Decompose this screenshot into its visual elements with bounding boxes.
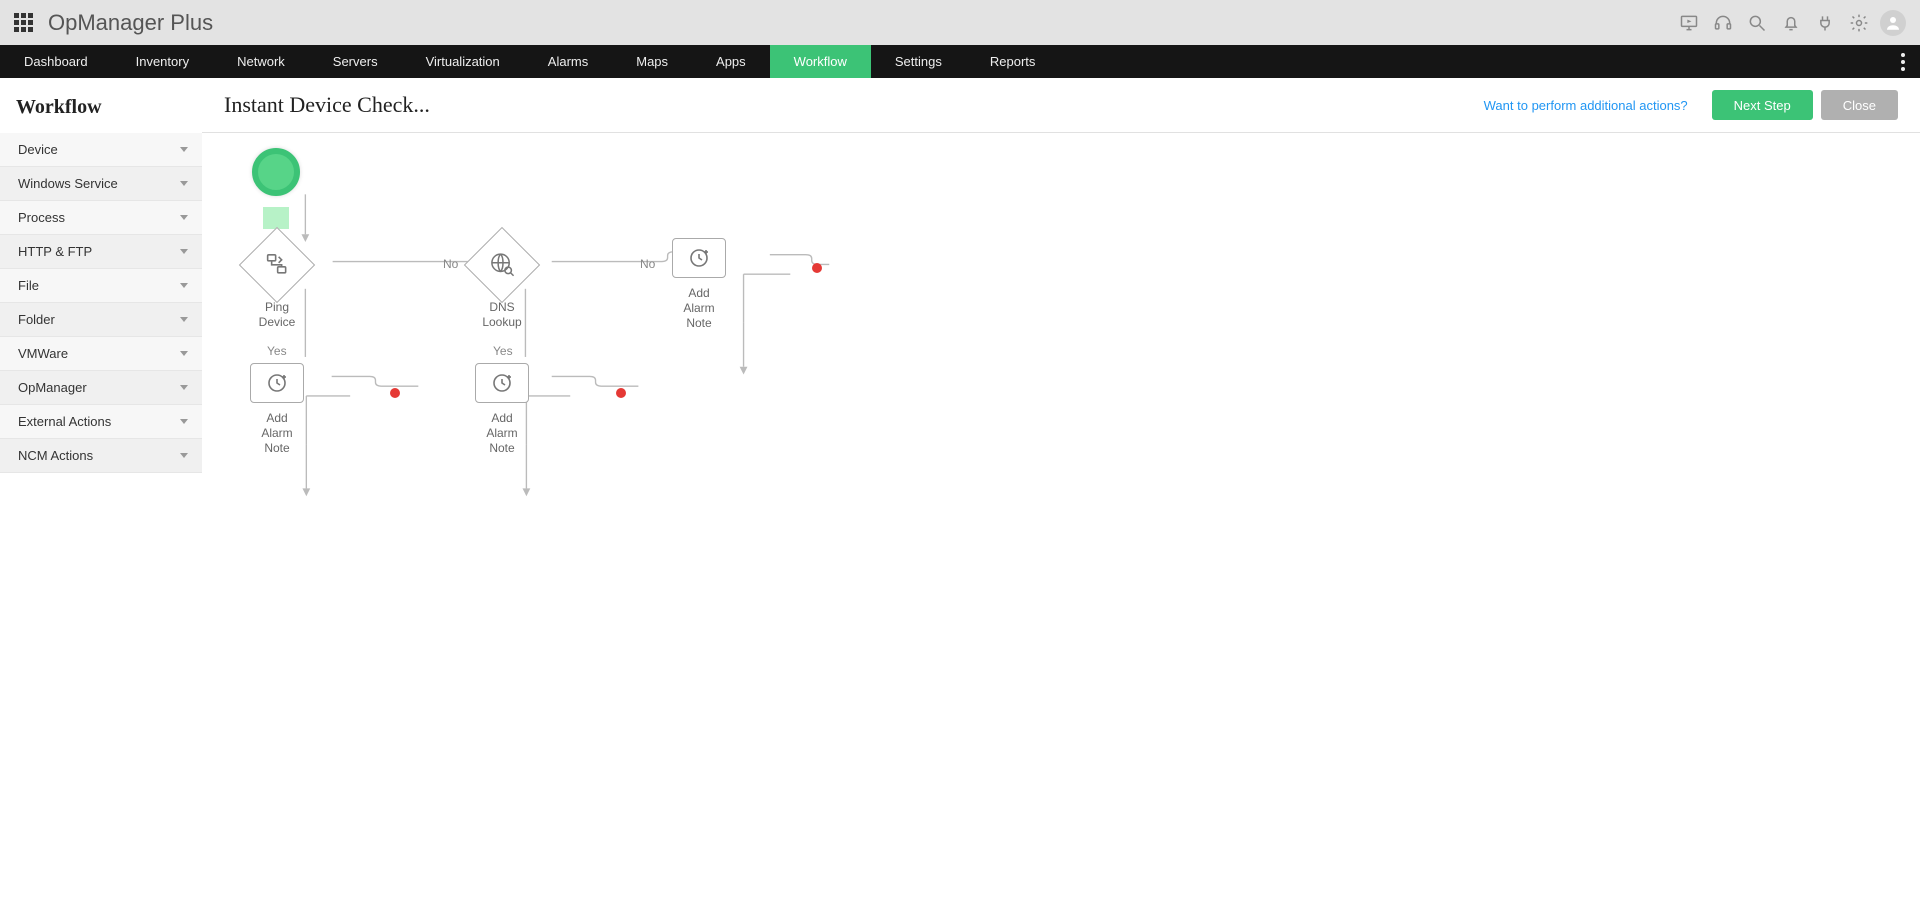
flow-terminal-dot: [616, 388, 626, 398]
close-button[interactable]: Close: [1821, 90, 1898, 120]
page-title: Instant Device Check...: [224, 92, 430, 118]
nav-item-settings[interactable]: Settings: [871, 45, 966, 78]
topbar: OpManager Plus: [0, 0, 1920, 45]
chevron-down-icon: [180, 283, 188, 288]
headset-icon[interactable]: [1706, 6, 1740, 40]
plug-icon[interactable]: [1808, 6, 1842, 40]
flow-connectors: [202, 133, 1920, 912]
avatar[interactable]: [1880, 10, 1906, 36]
sidebar-group-opmanager[interactable]: OpManager: [0, 371, 202, 405]
chevron-down-icon: [180, 453, 188, 458]
nav-item-alarms[interactable]: Alarms: [524, 45, 612, 78]
sidebar: Workflow DeviceWindows ServiceProcessHTT…: [0, 78, 202, 912]
flow-node-dns[interactable]: DNSLookup: [475, 238, 529, 330]
chevron-down-icon: [180, 317, 188, 322]
clock-plus-icon: [475, 363, 529, 403]
chevron-down-icon: [180, 249, 188, 254]
nav-overflow-icon[interactable]: [1886, 45, 1920, 78]
apps-grid-icon[interactable]: [14, 13, 34, 33]
nav-item-maps[interactable]: Maps: [612, 45, 692, 78]
nav-item-apps[interactable]: Apps: [692, 45, 770, 78]
flow-node-label: AddAlarmNote: [672, 286, 726, 331]
sidebar-group-vmware[interactable]: VMWare: [0, 337, 202, 371]
chevron-down-icon: [180, 215, 188, 220]
additional-actions-link[interactable]: Want to perform additional actions?: [1484, 98, 1688, 113]
chevron-down-icon: [180, 181, 188, 186]
presentation-icon[interactable]: [1672, 6, 1706, 40]
sidebar-group-ncm-actions[interactable]: NCM Actions: [0, 439, 202, 473]
sidebar-group-device[interactable]: Device: [0, 133, 202, 167]
flow-node-ping[interactable]: PingDevice: [250, 238, 304, 330]
clock-plus-icon: [250, 363, 304, 403]
navbar: DashboardInventoryNetworkServersVirtuali…: [0, 45, 1920, 78]
chevron-down-icon: [180, 385, 188, 390]
chevron-down-icon: [180, 147, 188, 152]
gear-icon[interactable]: [1842, 6, 1876, 40]
flow-node-note_yes1[interactable]: AddAlarmNote: [250, 363, 304, 456]
flow-terminal-dot: [390, 388, 400, 398]
flow-node-label: AddAlarmNote: [475, 411, 529, 456]
globe-search-icon: [489, 251, 515, 280]
main: Instant Device Check... Want to perform …: [202, 78, 1920, 912]
sidebar-group-file[interactable]: File: [0, 269, 202, 303]
sidebar-group-http-ftp[interactable]: HTTP & FTP: [0, 235, 202, 269]
sidebar-group-process[interactable]: Process: [0, 201, 202, 235]
nav-item-reports[interactable]: Reports: [966, 45, 1060, 78]
flow-terminal-dot: [812, 263, 822, 273]
flow-node-label: PingDevice: [250, 300, 304, 330]
flow-node-label: DNSLookup: [475, 300, 529, 330]
workflow-canvas[interactable]: PingDevice DNSLookup AddAlarmNote AddAlarmN…: [202, 133, 1920, 912]
edge-label-yes: Yes: [267, 344, 287, 358]
sidebar-group-external-actions[interactable]: External Actions: [0, 405, 202, 439]
ping-icon: [265, 252, 289, 279]
nav-item-dashboard[interactable]: Dashboard: [0, 45, 112, 78]
sidebar-group-folder[interactable]: Folder: [0, 303, 202, 337]
flow-node-note_no2[interactable]: AddAlarmNote: [672, 238, 726, 331]
drop-target[interactable]: [263, 207, 289, 229]
next-step-button[interactable]: Next Step: [1712, 90, 1813, 120]
nav-item-workflow[interactable]: Workflow: [770, 45, 871, 78]
page-header: Instant Device Check... Want to perform …: [202, 78, 1920, 133]
chevron-down-icon: [180, 419, 188, 424]
clock-plus-icon: [672, 238, 726, 278]
flow-node-note_yes2[interactable]: AddAlarmNote: [475, 363, 529, 456]
sidebar-title: Workflow: [0, 78, 202, 133]
nav-item-servers[interactable]: Servers: [309, 45, 402, 78]
flow-node-label: AddAlarmNote: [250, 411, 304, 456]
bell-icon[interactable]: [1774, 6, 1808, 40]
nav-item-network[interactable]: Network: [213, 45, 309, 78]
edge-label-yes: Yes: [493, 344, 513, 358]
chevron-down-icon: [180, 351, 188, 356]
sidebar-group-windows-service[interactable]: Windows Service: [0, 167, 202, 201]
edge-label-no: No: [443, 257, 458, 271]
nav-item-inventory[interactable]: Inventory: [112, 45, 213, 78]
nav-item-virtualization[interactable]: Virtualization: [402, 45, 524, 78]
search-icon[interactable]: [1740, 6, 1774, 40]
brand: OpManager Plus: [48, 10, 213, 36]
edge-label-no: No: [640, 257, 655, 271]
flow-start-node[interactable]: [252, 148, 300, 196]
